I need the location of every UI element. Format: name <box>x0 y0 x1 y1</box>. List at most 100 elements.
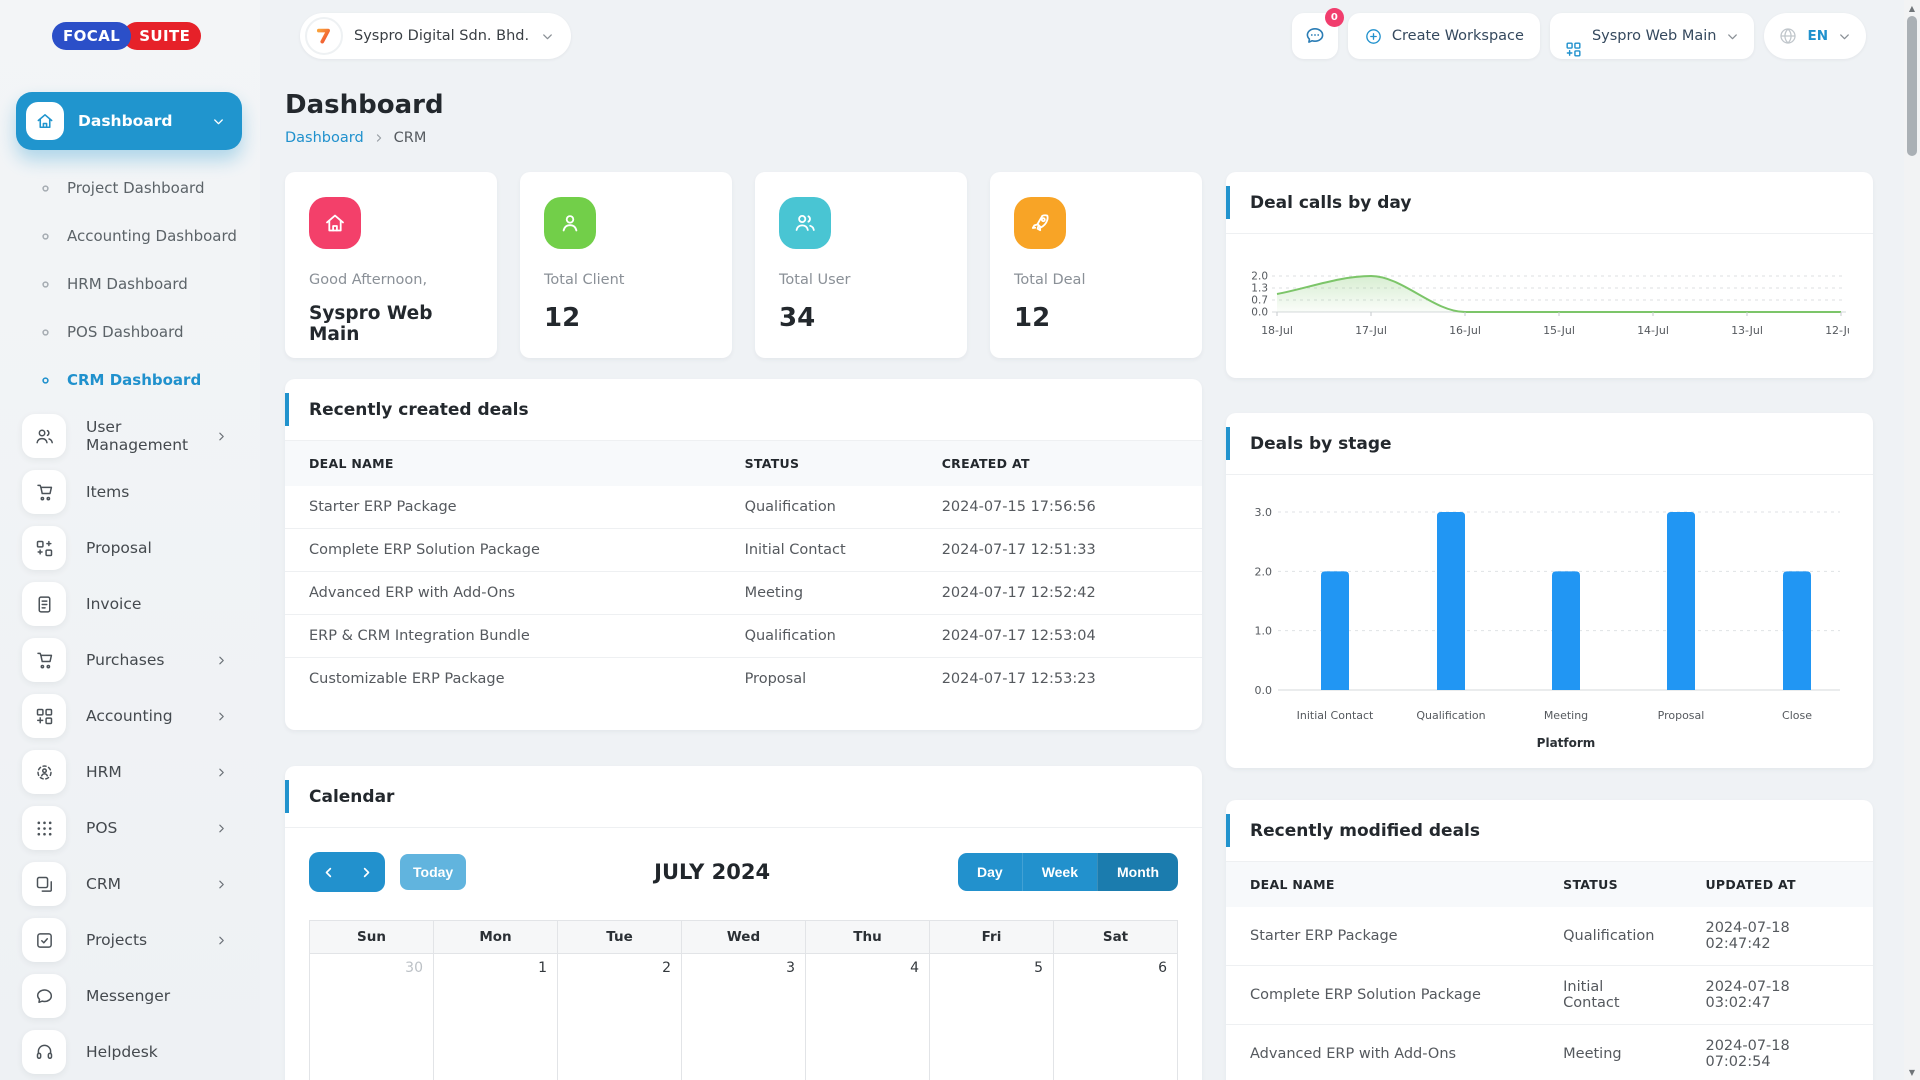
breadcrumb-current: CRM <box>394 130 427 146</box>
chevron-right-icon <box>215 822 228 835</box>
sidebar-item-accounting[interactable]: Accounting <box>0 688 260 744</box>
calendar-today-button[interactable]: Today <box>400 854 466 890</box>
calendar-day-cell[interactable]: 2 <box>558 954 682 1080</box>
workspace-name: Syspro Digital Sdn. Bhd. <box>354 28 529 44</box>
sidebar-item-dashboard[interactable]: Dashboard <box>16 92 242 150</box>
stat-card-greeting: Good Afternoon,Syspro Web Main <box>285 172 497 358</box>
page-title: Dashboard <box>285 90 1873 120</box>
grid-plus-icon <box>1564 40 1583 59</box>
sidebar-item-items[interactable]: Items <box>0 464 260 520</box>
calendar-day-cell[interactable]: 3 <box>682 954 806 1080</box>
invoice-icon <box>22 582 66 626</box>
sidebar-subitem-accounting-dashboard[interactable]: Accounting Dashboard <box>40 212 260 260</box>
table-row[interactable]: Advanced ERP with Add-OnsMeeting2024-07-… <box>1226 1025 1873 1080</box>
table-cell: Initial Contact <box>721 529 918 572</box>
table-row[interactable]: Advanced ERP with Add-OnsMeeting2024-07-… <box>285 572 1202 615</box>
table-cell: Proposal <box>721 658 918 701</box>
scrollbar-thumb[interactable] <box>1907 16 1917 156</box>
language-selector[interactable]: EN <box>1764 13 1866 59</box>
sidebar-item-projects[interactable]: Projects <box>0 912 260 968</box>
table-cell: Meeting <box>1539 1025 1681 1080</box>
sidebar-item-hrm[interactable]: HRM <box>0 744 260 800</box>
calendar-month-label: JULY 2024 <box>466 860 958 884</box>
deals-by-stage-card: Deals by stage 3.02.01.00.0Initial Conta… <box>1226 413 1873 768</box>
sidebar-item-label: Accounting <box>86 707 195 725</box>
checkbox-icon <box>22 918 66 962</box>
calendar-day-cell[interactable]: 1 <box>434 954 558 1080</box>
create-workspace-label: Create Workspace <box>1392 28 1524 44</box>
sidebar-item-purchases[interactable]: Purchases <box>0 632 260 688</box>
deal-calls-by-day-chart: 2.01.30.70.018-Jul17-Jul16-Jul15-Jul14-J… <box>1226 234 1873 362</box>
scrollbar-down-arrow[interactable]: ▼ <box>1904 1065 1920 1079</box>
sidebar-item-proposal[interactable]: Proposal <box>0 520 260 576</box>
messages-button[interactable]: 0 <box>1292 13 1338 59</box>
breadcrumb-dashboard-link[interactable]: Dashboard <box>285 130 364 146</box>
app-switcher[interactable]: Syspro Web Main <box>1550 13 1755 59</box>
sidebar-item-label: Helpdesk <box>86 1043 260 1061</box>
table-row[interactable]: Customizable ERP PackageProposal2024-07-… <box>285 658 1202 701</box>
topbar: Syspro Digital Sdn. Bhd. 0 Create Worksp… <box>260 0 1866 72</box>
calendar-next-button[interactable] <box>347 852 385 892</box>
calendar-day-cell[interactable]: 5 <box>930 954 1054 1080</box>
vertical-scrollbar[interactable]: ▲ ▼ <box>1904 0 1920 1080</box>
sidebar-item-invoice[interactable]: Invoice <box>0 576 260 632</box>
column-header: CREATED AT <box>918 441 1202 486</box>
svg-text:Platform: Platform <box>1537 736 1596 750</box>
sidebar-item-user-management[interactable]: User Management <box>0 408 260 464</box>
recently-created-deals-table: DEAL NAMESTATUSCREATED AT Starter ERP Pa… <box>285 441 1202 700</box>
svg-text:Meeting: Meeting <box>1544 709 1588 722</box>
svg-text:1.3: 1.3 <box>1251 283 1268 295</box>
users-icon <box>779 197 831 249</box>
sidebar-subitem-project-dashboard[interactable]: Project Dashboard <box>40 164 260 212</box>
workspace-avatar <box>305 17 343 55</box>
sidebar-item-crm[interactable]: CRM <box>0 856 260 912</box>
table-row[interactable]: Complete ERP Solution PackageInitial Con… <box>1226 966 1873 1025</box>
sidebar-subitem-label: CRM Dashboard <box>67 371 201 389</box>
svg-text:0.0: 0.0 <box>1251 307 1268 319</box>
sidebar: FOCAL SUITE Dashboard Project DashboardA… <box>0 0 260 1080</box>
sidebar-item-helpdesk[interactable]: Helpdesk <box>0 1024 260 1080</box>
svg-text:Qualification: Qualification <box>1416 709 1485 722</box>
calendar-view-month[interactable]: Month <box>1097 853 1178 891</box>
table-cell: 2024-07-18 07:02:54 <box>1681 1025 1873 1080</box>
table-cell: Complete ERP Solution Package <box>285 529 721 572</box>
calendar-day-cell[interactable]: 4 <box>806 954 930 1080</box>
sidebar-item-label: Projects <box>86 931 195 949</box>
weekday-header: Fri <box>930 921 1054 954</box>
table-row[interactable]: Complete ERP Solution PackageInitial Con… <box>285 529 1202 572</box>
sidebar-subitem-crm-dashboard[interactable]: CRM Dashboard <box>40 356 260 404</box>
create-workspace-button[interactable]: Create Workspace <box>1348 13 1540 59</box>
calendar-prev-button[interactable] <box>309 852 347 892</box>
weekday-header: Mon <box>434 921 558 954</box>
card-title: Recently modified deals <box>1226 800 1873 862</box>
calendar-day-cell[interactable]: 30 <box>310 954 434 1080</box>
calendar-view-day[interactable]: Day <box>958 853 1022 891</box>
chevron-right-icon <box>215 934 228 947</box>
sidebar-subitem-hrm-dashboard[interactable]: HRM Dashboard <box>40 260 260 308</box>
home-icon <box>26 102 64 140</box>
table-cell: 2024-07-17 12:53:04 <box>918 615 1202 658</box>
sidebar-item-label: Messenger <box>86 987 260 1005</box>
table-row[interactable]: Starter ERP PackageQualification2024-07-… <box>1226 907 1873 966</box>
sidebar-item-label: POS <box>86 819 195 837</box>
recently-modified-deals-table: DEAL NAMESTATUSUPDATED AT Starter ERP Pa… <box>1226 862 1873 1080</box>
circle-bullet-icon <box>40 327 51 338</box>
table-cell: Starter ERP Package <box>1226 907 1539 966</box>
breadcrumb: Dashboard CRM <box>285 130 1873 146</box>
table-row[interactable]: ERP & CRM Integration BundleQualificatio… <box>285 615 1202 658</box>
logo-focal: FOCAL <box>52 22 131 50</box>
calendar-day-cell[interactable]: 6 <box>1054 954 1178 1080</box>
sidebar-item-pos[interactable]: POS <box>0 800 260 856</box>
chevron-down-icon <box>1725 29 1740 44</box>
workspace-selector[interactable]: Syspro Digital Sdn. Bhd. <box>300 13 571 59</box>
svg-text:2.0: 2.0 <box>1255 565 1273 578</box>
scrollbar-up-arrow[interactable]: ▲ <box>1904 1 1920 15</box>
sidebar-item-messenger[interactable]: Messenger <box>0 968 260 1024</box>
card-title: Deals by stage <box>1226 413 1873 475</box>
table-row[interactable]: Starter ERP PackageQualification2024-07-… <box>285 486 1202 529</box>
home-icon <box>309 197 361 249</box>
table-cell: Customizable ERP Package <box>285 658 721 701</box>
crm-icon <box>22 862 66 906</box>
calendar-view-week[interactable]: Week <box>1022 853 1097 891</box>
sidebar-subitem-pos-dashboard[interactable]: POS Dashboard <box>40 308 260 356</box>
